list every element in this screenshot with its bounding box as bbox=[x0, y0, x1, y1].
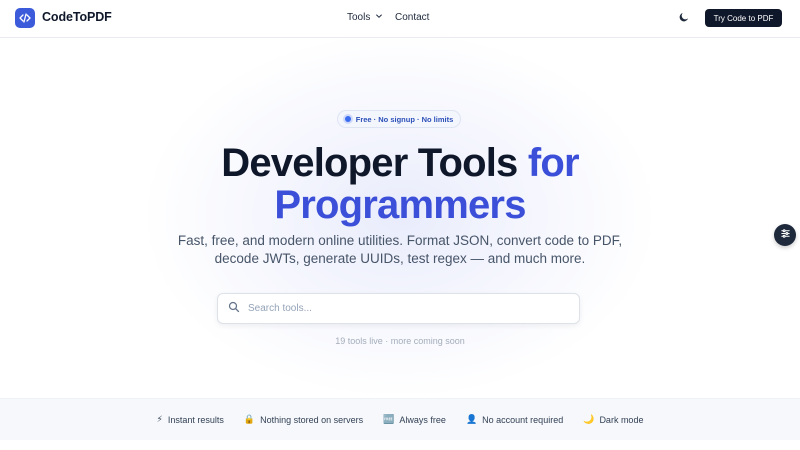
feature-label: No account required bbox=[482, 414, 564, 425]
user-icon: 👤 bbox=[465, 414, 478, 425]
hero-subtitle: Fast, free, and modern online utilities.… bbox=[177, 233, 623, 266]
nav-tools-menu[interactable]: Tools bbox=[347, 12, 383, 23]
feature-bar: ⚡ Instant results 🔒 Nothing stored on se… bbox=[0, 398, 800, 440]
tools-count: 19 tools live · more coming soon bbox=[335, 336, 465, 346]
search-box[interactable] bbox=[217, 293, 580, 324]
hero-title-accent: for bbox=[527, 141, 580, 185]
feature-nothing-stored: 🔒 Nothing stored on servers bbox=[244, 415, 363, 425]
feature-label: Always free bbox=[399, 414, 446, 425]
nav-contact-link[interactable]: Contact bbox=[395, 12, 429, 23]
lightning-icon: ⚡ bbox=[156, 414, 163, 425]
code-brackets-icon[interactable] bbox=[15, 8, 35, 28]
site-header: CodeToPDF Tools Contact Try Code to PDF bbox=[0, 0, 800, 38]
free-icon: 🆓 bbox=[383, 414, 395, 425]
hero-title-part2: Programmers bbox=[274, 183, 526, 227]
floating-settings-button[interactable] bbox=[774, 224, 796, 246]
chevron-down-icon bbox=[375, 12, 383, 23]
page-bottom bbox=[0, 440, 800, 450]
feature-no-account: 👤 No account required bbox=[466, 415, 563, 425]
free-badge: Free · No signup · No limits bbox=[337, 110, 461, 128]
try-code-to-pdf-button[interactable]: Try Code to PDF bbox=[705, 9, 782, 27]
hero-title-part1: Developer Tools bbox=[221, 141, 528, 185]
feature-always-free: 🆓 Always free bbox=[383, 415, 446, 425]
feature-label: Dark mode bbox=[599, 414, 644, 425]
hero-title: Developer Tools for Programmers bbox=[0, 142, 800, 226]
brand-name[interactable]: CodeToPDF bbox=[42, 10, 112, 24]
search-icon bbox=[228, 300, 240, 318]
lock-icon: 🔒 bbox=[243, 414, 256, 425]
nav-tools-label: Tools bbox=[347, 12, 371, 23]
feature-label: Nothing stored on servers bbox=[260, 414, 364, 425]
moon-icon bbox=[678, 10, 690, 28]
theme-toggle-button[interactable] bbox=[674, 9, 694, 29]
feature-label: Instant results bbox=[167, 414, 224, 425]
feature-dark-mode: 🌙 Dark mode bbox=[583, 415, 643, 425]
search-input[interactable] bbox=[248, 303, 548, 314]
feature-instant-results: ⚡ Instant results bbox=[157, 415, 224, 425]
crescent-moon-icon: 🌙 bbox=[583, 414, 595, 425]
free-badge-label: Free · No signup · No limits bbox=[355, 114, 454, 124]
status-dot-icon bbox=[344, 116, 351, 122]
sliders-icon bbox=[780, 226, 791, 244]
